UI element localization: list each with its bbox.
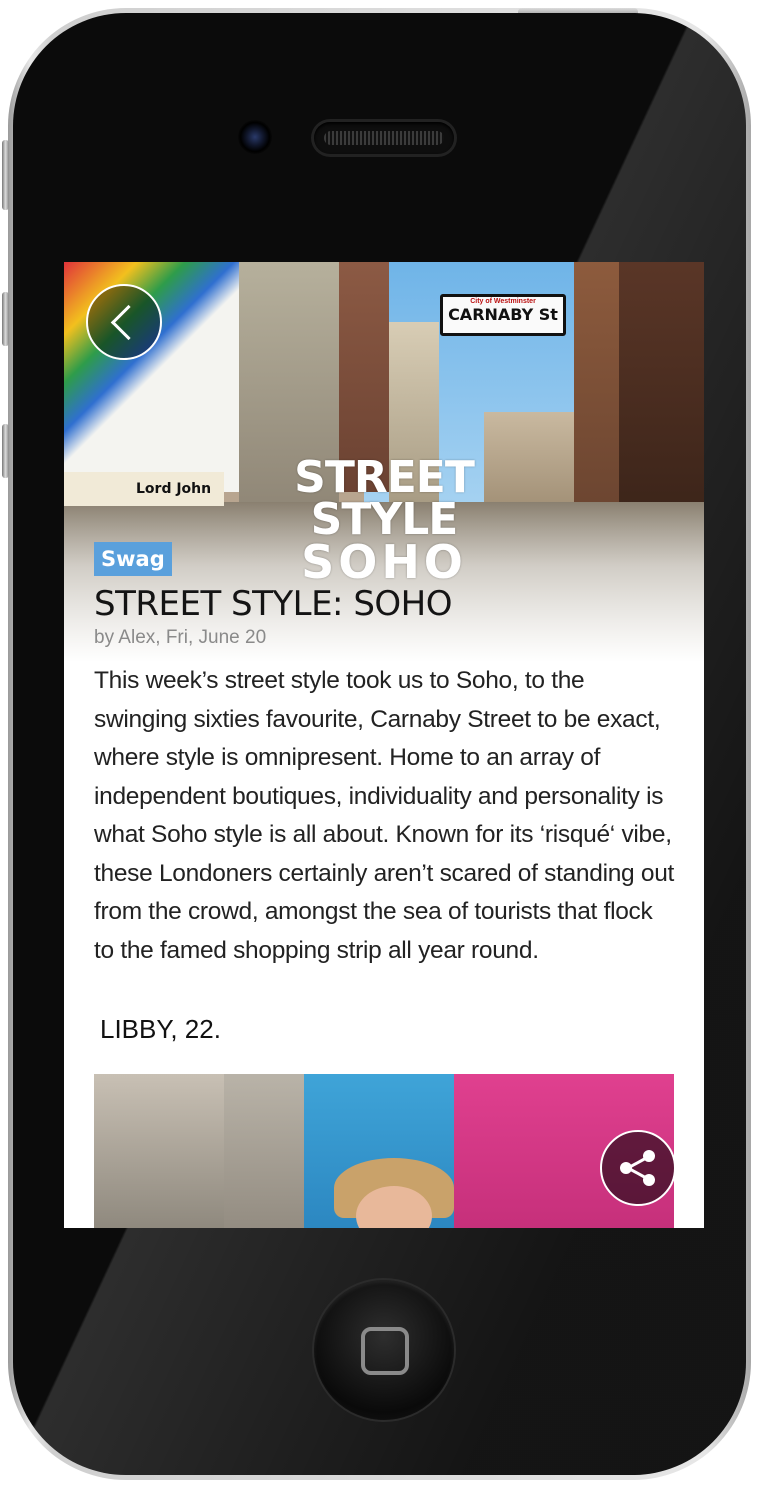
- article-byline: by Alex, Fri, June 20: [94, 627, 267, 648]
- body-line: these Londoners certainly aren’t scared …: [94, 859, 675, 887]
- article-body: This week’s street style took us to Soho…: [94, 662, 684, 970]
- mute-switch: [2, 140, 9, 210]
- article-title: STREET STYLE: SOHO: [94, 584, 453, 624]
- category-tag[interactable]: Swag: [94, 542, 172, 576]
- back-chevron-icon: [110, 304, 147, 341]
- street-sign: City of Westminster CARNABY St: [440, 294, 566, 336]
- home-button[interactable]: [314, 1280, 454, 1420]
- body-line: from the crowd, amongst the sea of touri…: [94, 898, 653, 925]
- home-button-icon: [361, 1327, 409, 1375]
- share-button[interactable]: [600, 1130, 674, 1206]
- body-line: where style is omnipresent. Home to an a…: [94, 744, 601, 771]
- share-icon: [620, 1150, 655, 1186]
- body-line: swinging sixties favourite, Carnaby Stre…: [94, 705, 661, 733]
- shop-sign: Lord John: [64, 472, 224, 506]
- street-style-photo: [94, 1074, 674, 1228]
- body-line: what Soho style is all about. Known for …: [94, 821, 672, 848]
- back-button[interactable]: [86, 284, 162, 360]
- body-line: This week’s street style took us to Soho…: [94, 667, 585, 694]
- person-caption: LIBBY, 22.: [100, 1014, 221, 1044]
- earpiece-speaker: [314, 122, 454, 154]
- body-line: independent boutiques, individuality and…: [94, 782, 664, 810]
- volume-down-button: [2, 424, 9, 478]
- app-screen: City of Westminster CARNABY St Lord John…: [64, 262, 704, 1228]
- front-camera: [238, 120, 272, 154]
- volume-up-button: [2, 292, 9, 346]
- body-line: to the famed shopping strip all year rou…: [94, 936, 539, 964]
- hero-banner-title: STREET STYLE SOHO: [294, 452, 475, 589]
